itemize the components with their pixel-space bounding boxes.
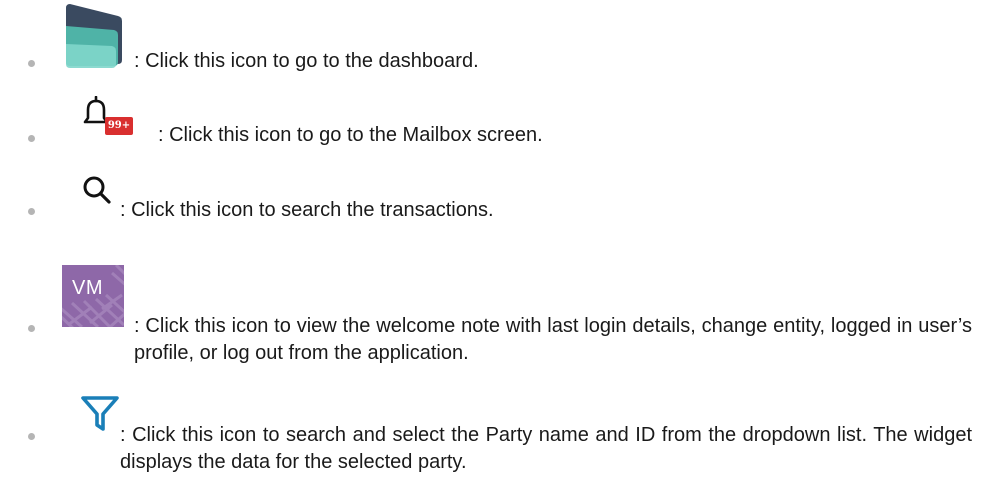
user-avatar-icon[interactable]: VM <box>62 265 124 327</box>
bullet <box>28 135 35 142</box>
description-text: : Click this icon to go to the Mailbox s… <box>158 124 543 146</box>
description-text: : Click this icon to view the welcome no… <box>134 315 972 364</box>
bullet <box>28 208 35 215</box>
bullet <box>28 325 35 332</box>
filter-icon[interactable] <box>80 394 120 439</box>
avatar-initials: VM <box>72 277 103 299</box>
description-text: : Click this icon to go to the dashboard… <box>134 50 479 72</box>
notification-count-badge: 99+ <box>105 117 133 135</box>
bullet <box>28 60 35 67</box>
search-icon[interactable] <box>82 175 114 210</box>
dashboard-logo-icon[interactable] <box>62 0 126 77</box>
description-text: : Click this icon to search the transact… <box>120 199 494 221</box>
bullet <box>28 433 35 440</box>
description-text: : Click this icon to search and select t… <box>120 424 972 473</box>
